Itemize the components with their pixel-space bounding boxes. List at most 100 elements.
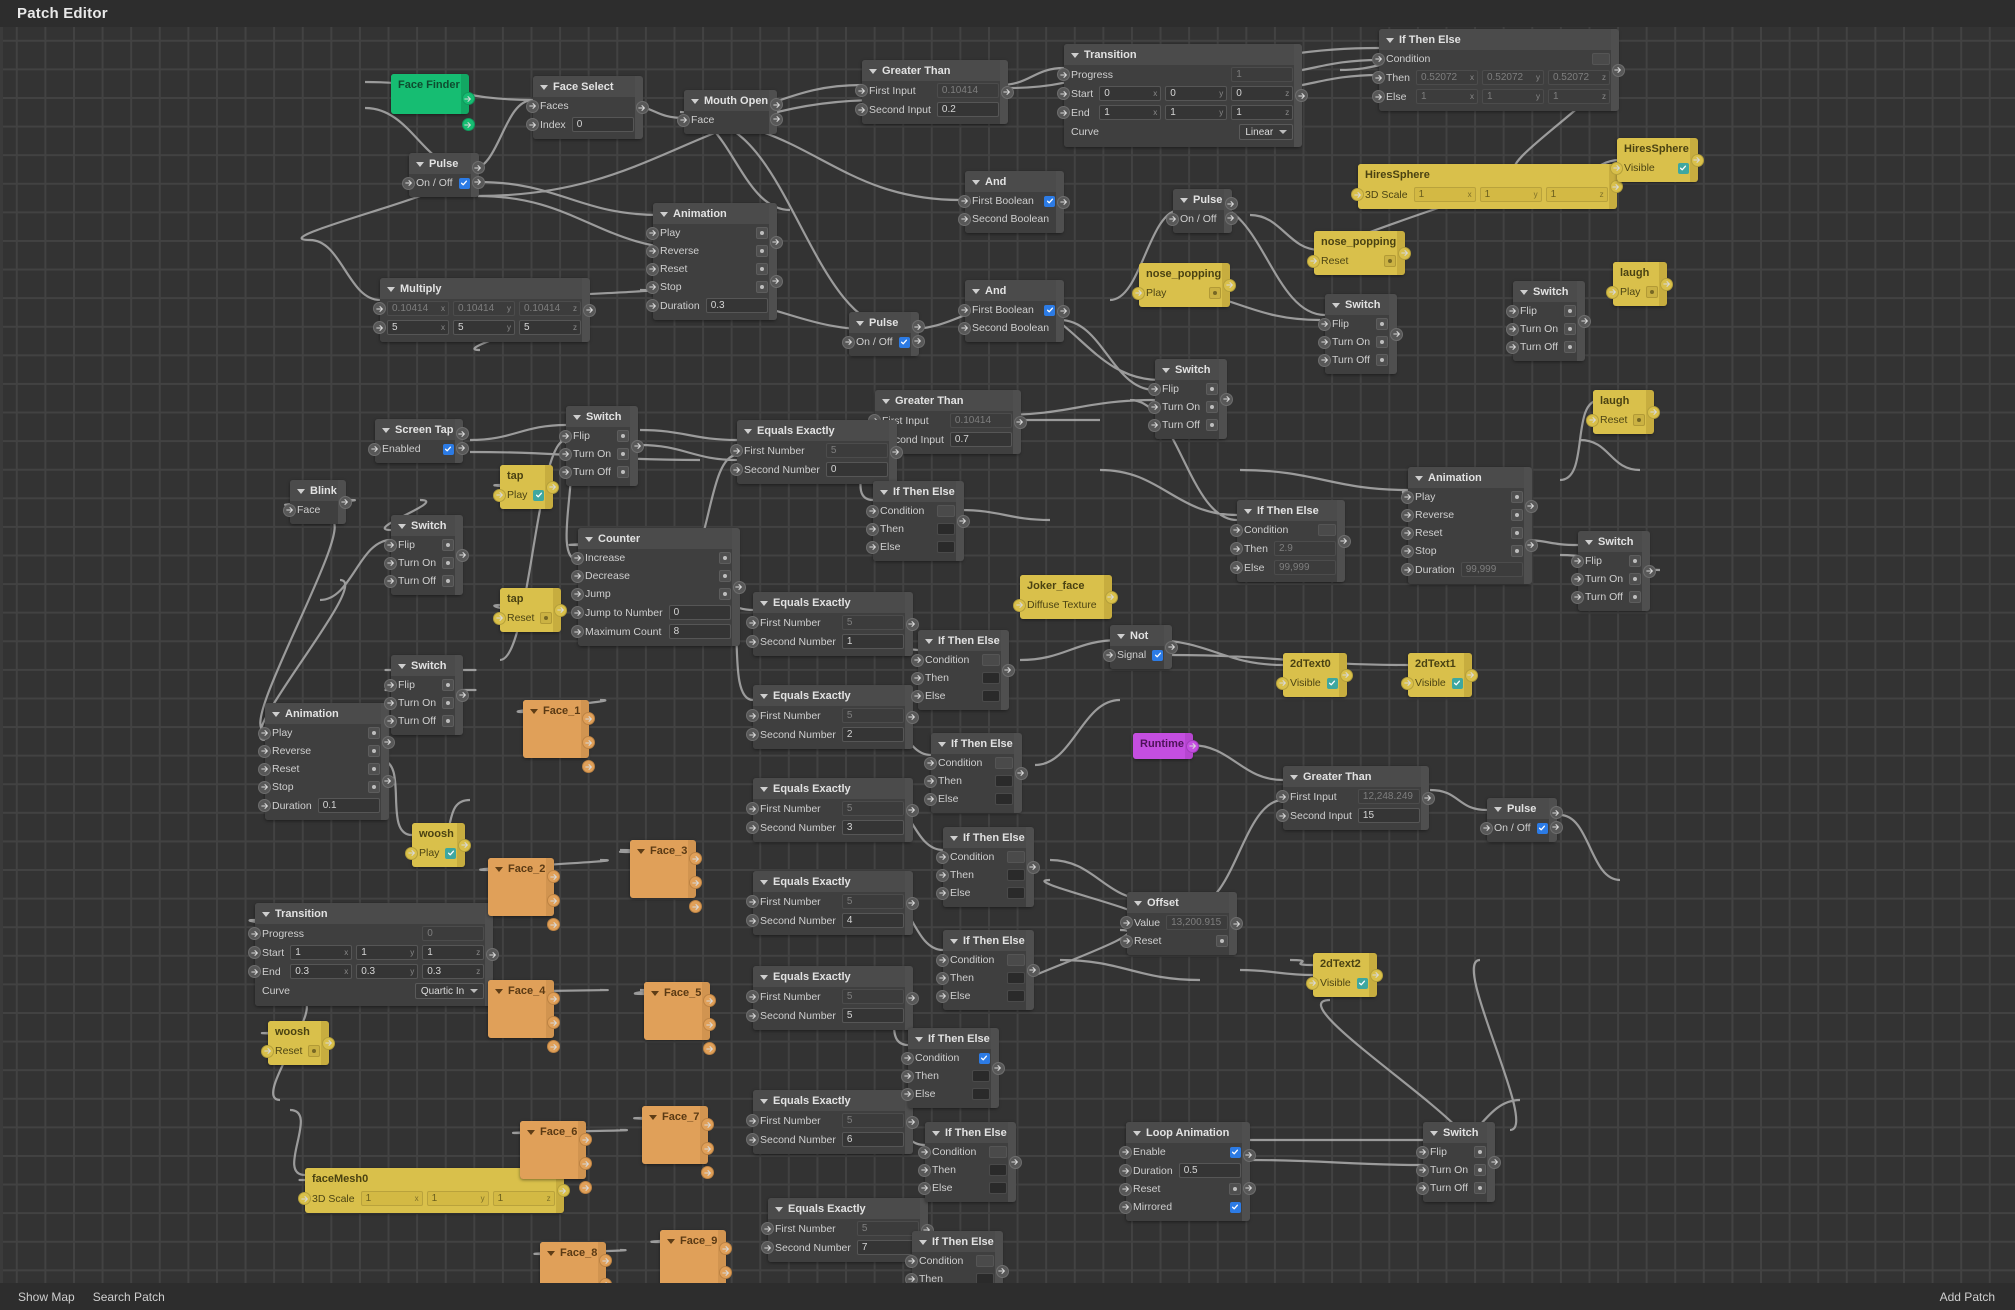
input-port-arrow-icon[interactable] bbox=[1148, 418, 1161, 432]
collapse-caret-icon[interactable] bbox=[972, 179, 980, 185]
pulse-button[interactable] bbox=[1376, 354, 1389, 366]
output-port-arrow-icon[interactable] bbox=[631, 439, 645, 453]
output-port-arrow-icon[interactable] bbox=[1186, 739, 1199, 753]
input-port-arrow-icon[interactable] bbox=[1571, 590, 1584, 604]
collapse-caret-icon[interactable] bbox=[1290, 774, 1298, 780]
input-port-arrow-icon[interactable] bbox=[646, 280, 659, 294]
input-port-arrow-icon[interactable] bbox=[866, 504, 879, 518]
output-port-arrow-icon[interactable] bbox=[547, 992, 561, 1005]
input-port-arrow-icon[interactable] bbox=[526, 99, 539, 113]
input-port-arrow-icon[interactable] bbox=[1148, 400, 1161, 414]
node-header[interactable]: Blink bbox=[290, 480, 345, 501]
input-port-arrow-icon[interactable] bbox=[746, 914, 759, 927]
input-port-arrow-icon[interactable] bbox=[842, 335, 855, 349]
collapse-caret-icon[interactable] bbox=[691, 98, 699, 104]
output-port-arrow-icon[interactable] bbox=[769, 274, 783, 288]
vector-field-z[interactable]: 1z bbox=[1231, 105, 1294, 120]
output-port-arrow-icon[interactable] bbox=[1165, 640, 1179, 654]
checkbox-checked[interactable] bbox=[1044, 195, 1056, 207]
output-port-arrow-icon[interactable] bbox=[769, 235, 783, 249]
node-header[interactable]: Runtime bbox=[1133, 733, 1192, 754]
input-port-arrow-icon[interactable] bbox=[571, 606, 584, 619]
output-port-arrow-icon[interactable] bbox=[547, 918, 561, 931]
checkbox-checked[interactable] bbox=[1451, 677, 1463, 689]
node-header[interactable]: Switch bbox=[1578, 531, 1650, 552]
output-port-arrow-icon[interactable] bbox=[456, 548, 470, 562]
input-port-arrow-icon[interactable] bbox=[1372, 52, 1385, 66]
value-field[interactable]: 0 bbox=[571, 117, 634, 132]
node-header[interactable]: Greater Than bbox=[875, 390, 1020, 411]
input-port-arrow-icon[interactable] bbox=[936, 971, 949, 985]
node-header[interactable]: If Then Else bbox=[943, 930, 1033, 951]
patch-node-hires_sphere_scale[interactable]: HiresSphere 3D Scale 1 x 1 y 1 z bbox=[1351, 164, 1623, 209]
input-port-arrow-icon[interactable] bbox=[493, 611, 506, 625]
vector-field-y[interactable]: 1y bbox=[1481, 89, 1544, 104]
patch-node-pulse_a[interactable]: Pulse On / Off bbox=[402, 153, 485, 197]
output-port-arrow-icon[interactable] bbox=[703, 994, 717, 1007]
node-header[interactable]: HiresSphere bbox=[1617, 138, 1697, 159]
input-port-arrow-icon[interactable] bbox=[866, 522, 879, 536]
output-port-arrow-icon[interactable] bbox=[1421, 791, 1435, 805]
node-header[interactable]: laugh bbox=[1593, 390, 1654, 411]
input-port-arrow-icon[interactable] bbox=[905, 1272, 918, 1283]
input-port-arrow-icon[interactable] bbox=[924, 792, 937, 806]
input-port-arrow-icon[interactable] bbox=[258, 744, 271, 758]
output-port-arrow-icon[interactable] bbox=[905, 1115, 919, 1129]
input-port-arrow-icon[interactable] bbox=[911, 671, 924, 685]
collapse-caret-icon[interactable] bbox=[760, 693, 768, 699]
input-port-arrow-icon[interactable] bbox=[958, 321, 971, 335]
input-port-arrow-icon[interactable] bbox=[571, 551, 584, 565]
pulse-button[interactable] bbox=[1376, 318, 1389, 330]
vector-field-z[interactable]: 1z bbox=[1545, 187, 1608, 202]
node-header[interactable]: Pulse bbox=[849, 312, 918, 333]
vector-field-y[interactable]: 1y bbox=[1479, 187, 1542, 202]
checkbox-checked[interactable] bbox=[1326, 677, 1338, 689]
input-port-arrow-icon[interactable] bbox=[918, 1145, 931, 1159]
output-port-arrow-icon[interactable] bbox=[703, 1042, 717, 1055]
vector-field-x[interactable]: 5x bbox=[387, 320, 449, 335]
node-header[interactable]: Joker_face bbox=[1020, 575, 1111, 596]
output-port-arrow-icon[interactable] bbox=[905, 896, 919, 910]
collapse-caret-icon[interactable] bbox=[882, 398, 890, 404]
pulse-button[interactable] bbox=[1564, 323, 1577, 335]
color-swatch[interactable] bbox=[988, 1164, 1007, 1176]
input-port-arrow-icon[interactable] bbox=[493, 488, 506, 502]
input-port-arrow-icon[interactable] bbox=[1276, 676, 1289, 690]
value-field[interactable]: 1 bbox=[841, 634, 904, 649]
output-port-arrow-icon[interactable] bbox=[1611, 63, 1625, 77]
patch-node-nose_popping_reset[interactable]: nose_popping Reset bbox=[1307, 231, 1412, 275]
output-port-arrow-icon[interactable] bbox=[338, 495, 352, 509]
input-port-arrow-icon[interactable] bbox=[958, 212, 971, 226]
collapse-caret-icon[interactable] bbox=[527, 1129, 535, 1135]
color-swatch[interactable] bbox=[988, 1182, 1007, 1194]
collapse-caret-icon[interactable] bbox=[387, 286, 395, 292]
value-field[interactable]: 3 bbox=[841, 820, 904, 835]
value-field[interactable]: 0.7 bbox=[949, 432, 1012, 447]
input-port-arrow-icon[interactable] bbox=[368, 442, 381, 456]
node-header[interactable]: Face_8 bbox=[540, 1242, 606, 1263]
node-header[interactable]: Pulse bbox=[1487, 798, 1556, 819]
input-port-arrow-icon[interactable] bbox=[1318, 335, 1331, 349]
output-port-arrow-icon[interactable] bbox=[1549, 806, 1563, 820]
output-port-arrow-icon[interactable] bbox=[911, 334, 925, 348]
pulse-button[interactable] bbox=[1510, 545, 1523, 557]
pulse-button[interactable] bbox=[617, 430, 630, 442]
output-port-arrow-icon[interactable] bbox=[770, 98, 784, 112]
patch-node-pulse_rt[interactable]: Pulse On / Off bbox=[1480, 798, 1563, 842]
input-port-arrow-icon[interactable] bbox=[1610, 161, 1623, 175]
node-header[interactable]: Face_4 bbox=[488, 980, 554, 1001]
collapse-caret-icon[interactable] bbox=[1180, 197, 1188, 203]
output-port-arrow-icon[interactable] bbox=[1057, 304, 1071, 318]
color-swatch[interactable] bbox=[981, 672, 1000, 684]
vector-field-x[interactable]: 1x bbox=[1099, 105, 1162, 120]
collapse-caret-icon[interactable] bbox=[1585, 539, 1593, 545]
input-port-arrow-icon[interactable] bbox=[405, 846, 418, 860]
collapse-caret-icon[interactable] bbox=[382, 427, 390, 433]
node-header[interactable]: Counter bbox=[578, 528, 739, 549]
input-port-arrow-icon[interactable] bbox=[1571, 572, 1584, 586]
pulse-button[interactable] bbox=[367, 781, 380, 793]
input-port-arrow-icon[interactable] bbox=[730, 444, 743, 457]
node-header[interactable]: Face Select bbox=[533, 76, 642, 97]
output-port-arrow-icon[interactable] bbox=[719, 1266, 733, 1279]
input-port-arrow-icon[interactable] bbox=[373, 302, 386, 315]
